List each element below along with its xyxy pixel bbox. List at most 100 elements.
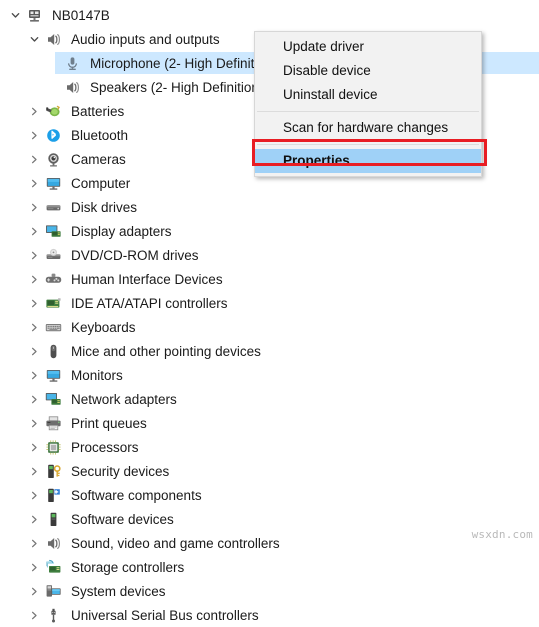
tree-item-label: Cameras [71, 151, 126, 167]
chevron-right-icon[interactable] [25, 387, 43, 411]
display-adapter-icon [43, 221, 63, 241]
tree-item-label: Monitors [71, 367, 123, 383]
mouse-icon [43, 341, 63, 361]
tree-item-label: Microphone (2- High Definition [90, 55, 273, 71]
gamepad-icon [43, 269, 63, 289]
chevron-down-icon[interactable] [6, 3, 24, 27]
chevron-right-icon[interactable] [25, 435, 43, 459]
processor-icon [43, 437, 63, 457]
tree-item-print-queues[interactable]: Print queues [0, 411, 539, 435]
disk-drive-icon [43, 197, 63, 217]
monitor-icon [43, 173, 63, 193]
tree-item-monitors[interactable]: Monitors [0, 363, 539, 387]
tree-item-label: Audio inputs and outputs [71, 31, 220, 47]
chevron-right-icon[interactable] [25, 123, 43, 147]
chevron-right-icon[interactable] [25, 603, 43, 627]
chevron-right-icon[interactable] [25, 531, 43, 555]
context-menu[interactable]: Update driver Disable device Uninstall dev… [254, 31, 482, 177]
tree-item-mice-and-other-pointing-devices[interactable]: Mice and other pointing devices [0, 339, 539, 363]
tree-item-label: Sound, video and game controllers [71, 535, 280, 551]
chevron-right-icon[interactable] [25, 483, 43, 507]
chevron-right-icon[interactable] [25, 411, 43, 435]
tree-item-label: Human Interface Devices [71, 271, 223, 287]
speaker-icon [43, 29, 63, 49]
tree-item-label: Security devices [71, 463, 170, 479]
watermark: wsxdn.com [471, 528, 533, 541]
chevron-right-icon[interactable] [25, 579, 43, 603]
tree-item-display-adapters[interactable]: Display adapters [0, 219, 539, 243]
tree-item-sound-video-and-game-controllers[interactable]: Sound, video and game controllers [0, 531, 539, 555]
chevron-right-icon[interactable] [25, 171, 43, 195]
network-adapter-icon [43, 389, 63, 409]
optical-drive-icon [43, 245, 63, 265]
battery-icon [43, 101, 63, 121]
tree-item-label: Batteries [71, 103, 125, 119]
tree-item-label: IDE ATA/ATAPI controllers [71, 295, 228, 311]
tree-item-label: Processors [71, 439, 139, 455]
tree-item-keyboards[interactable]: Keyboards [0, 315, 539, 339]
printer-icon [43, 413, 63, 433]
computer-tower-icon [24, 5, 44, 25]
tree-item-storage-controllers[interactable]: Storage controllers [0, 555, 539, 579]
tree-item-label: Software devices [71, 511, 174, 527]
chevron-placeholder-icon [44, 75, 62, 99]
menu-separator [257, 144, 479, 145]
tree-item-security-devices[interactable]: Security devices [0, 459, 539, 483]
tree-item-root[interactable]: NB0147B [0, 3, 539, 27]
tree-item-label: Software components [71, 487, 202, 503]
menu-item-uninstall-device[interactable]: Uninstall device [255, 83, 481, 107]
tree-item-software-components[interactable]: Software components [0, 483, 539, 507]
tree-item-label: Computer [71, 175, 131, 191]
tree-item-software-devices[interactable]: Software devices [0, 507, 539, 531]
tree-item-label: System devices [71, 583, 166, 599]
chevron-right-icon[interactable] [25, 363, 43, 387]
controller-card-icon [43, 293, 63, 313]
tree-item-processors[interactable]: Processors [0, 435, 539, 459]
software-component-icon [43, 485, 63, 505]
tree-item-label: Mice and other pointing devices [71, 343, 261, 359]
chevron-right-icon[interactable] [25, 507, 43, 531]
chevron-down-icon[interactable] [25, 27, 43, 51]
speaker-icon [43, 533, 63, 553]
chevron-right-icon[interactable] [25, 219, 43, 243]
tree-item-disk-drives[interactable]: Disk drives [0, 195, 539, 219]
monitor-icon [43, 365, 63, 385]
tree-item-dvd-cd-rom-drives[interactable]: DVD/CD-ROM drives [0, 243, 539, 267]
tree-item-label: Universal Serial Bus controllers [71, 607, 259, 623]
tree-item-label: Keyboards [71, 319, 136, 335]
system-device-icon [43, 581, 63, 601]
software-device-icon [43, 509, 63, 529]
chevron-right-icon[interactable] [25, 243, 43, 267]
menu-item-properties[interactable]: Properties [255, 149, 481, 173]
bluetooth-icon [43, 125, 63, 145]
menu-item-disable-device[interactable]: Disable device [255, 59, 481, 83]
menu-item-update-driver[interactable]: Update driver [255, 35, 481, 59]
tree-item-label: NB0147B [52, 7, 110, 23]
tree-item-universal-serial-bus-controllers[interactable]: Universal Serial Bus controllers [0, 603, 539, 627]
tree-item-ide-ata-atapi-controllers[interactable]: IDE ATA/ATAPI controllers [0, 291, 539, 315]
menu-item-scan-for-hardware-changes[interactable]: Scan for hardware changes [255, 116, 481, 140]
microphone-icon [62, 53, 82, 73]
chevron-right-icon[interactable] [25, 99, 43, 123]
chevron-right-icon[interactable] [25, 267, 43, 291]
chevron-right-icon[interactable] [25, 459, 43, 483]
chevron-right-icon[interactable] [25, 291, 43, 315]
chevron-right-icon[interactable] [25, 315, 43, 339]
tree-item-label: Network adapters [71, 391, 177, 407]
chevron-right-icon[interactable] [25, 555, 43, 579]
usb-icon [43, 605, 63, 625]
tree-item-human-interface-devices[interactable]: Human Interface Devices [0, 267, 539, 291]
chevron-right-icon[interactable] [25, 147, 43, 171]
tree-item-label: Print queues [71, 415, 147, 431]
tree-item-label: DVD/CD-ROM drives [71, 247, 199, 263]
chevron-right-icon[interactable] [25, 339, 43, 363]
tree-item-label: Display adapters [71, 223, 172, 239]
tree-item-label: Storage controllers [71, 559, 185, 575]
menu-separator [257, 111, 479, 112]
tree-item-system-devices[interactable]: System devices [0, 579, 539, 603]
camera-icon [43, 149, 63, 169]
speaker-icon [62, 77, 82, 97]
keyboard-icon [43, 317, 63, 337]
chevron-right-icon[interactable] [25, 195, 43, 219]
tree-item-network-adapters[interactable]: Network adapters [0, 387, 539, 411]
